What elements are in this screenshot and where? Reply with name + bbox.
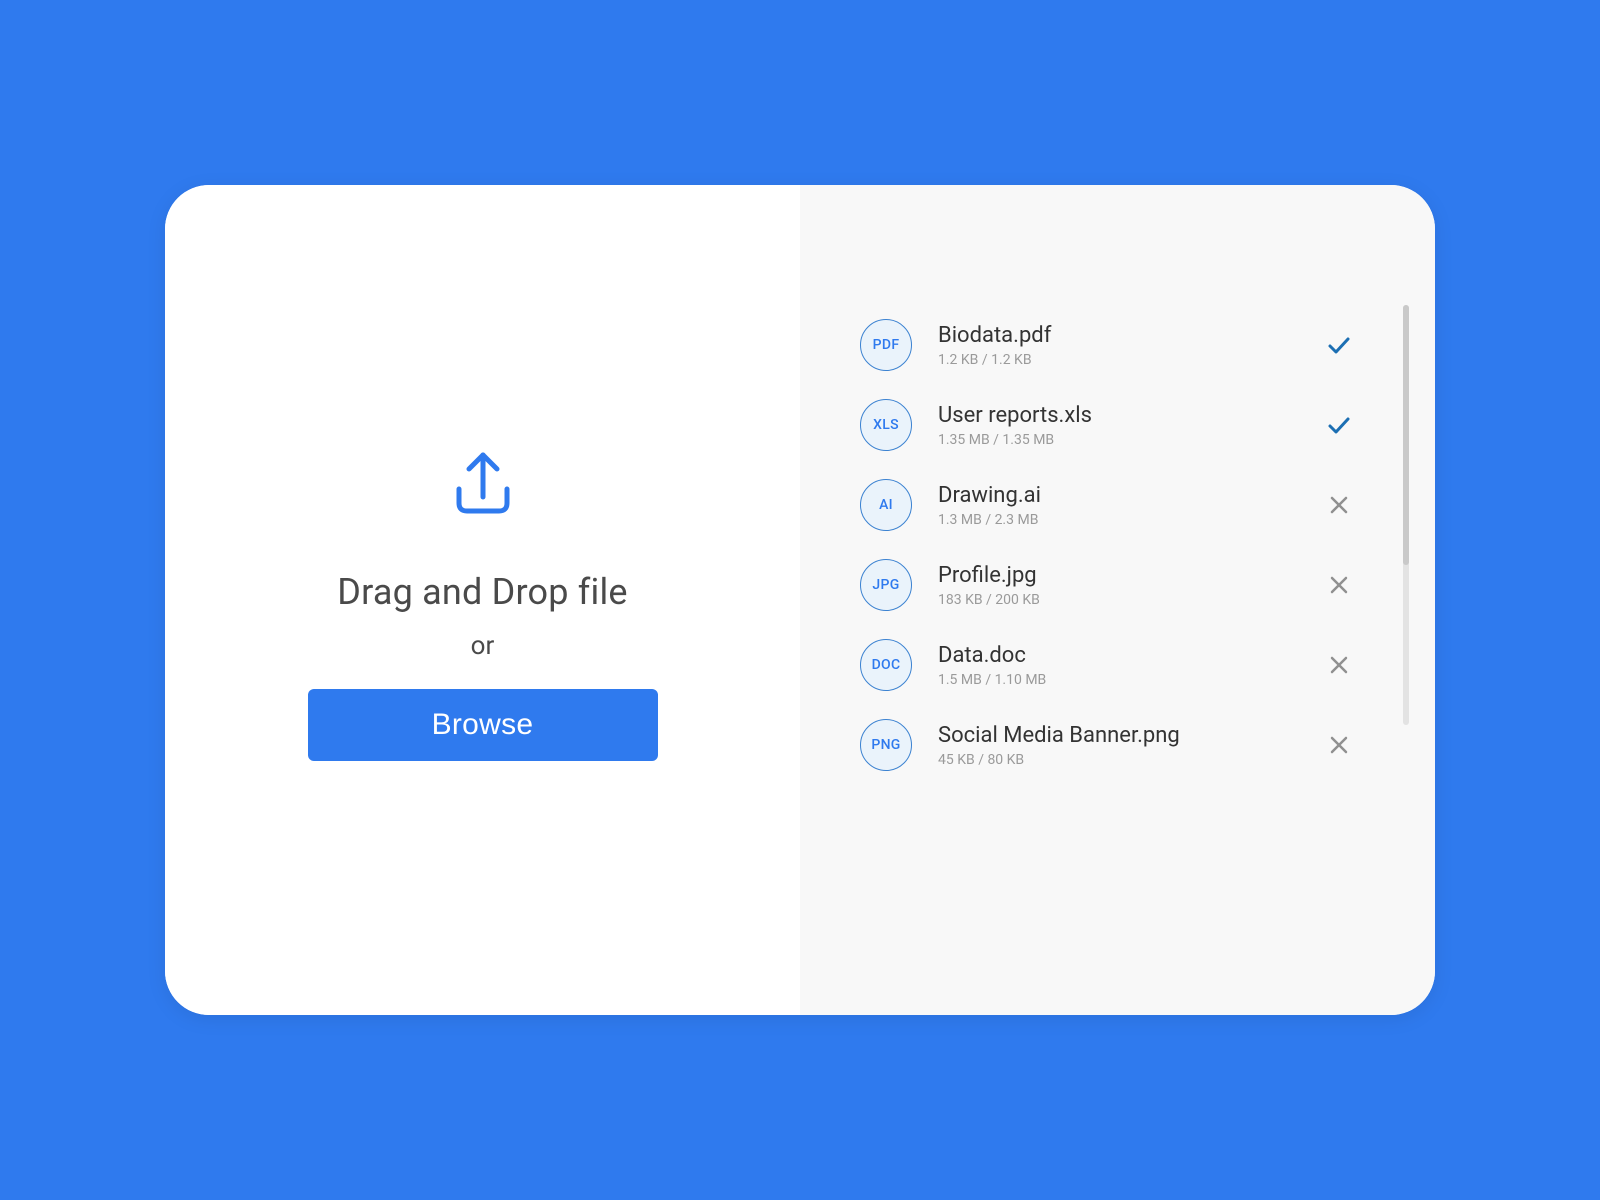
- file-row: PDF Biodata.pdf 1.2 KB / 1.2 KB: [860, 305, 1375, 385]
- file-info: Profile.jpg 183 KB / 200 KB: [938, 562, 1321, 609]
- file-row: XLS User reports.xls 1.35 MB / 1.35 MB: [860, 385, 1375, 465]
- file-name: Drawing.ai: [938, 482, 1321, 511]
- status-done-icon: [1321, 411, 1357, 439]
- cancel-upload-button[interactable]: [1321, 734, 1357, 756]
- file-info: Drawing.ai 1.3 MB / 2.3 MB: [938, 482, 1321, 529]
- file-type-badge: XLS: [860, 399, 912, 451]
- upload-icon: [439, 439, 527, 531]
- file-info: Social Media Banner.png 45 KB / 80 KB: [938, 722, 1321, 769]
- status-done-icon: [1321, 331, 1357, 359]
- file-type-badge: PNG: [860, 719, 912, 771]
- file-row: DOC Data.doc 1.5 MB / 1.10 MB: [860, 625, 1375, 705]
- file-type-badge: JPG: [860, 559, 912, 611]
- file-type-badge: PDF: [860, 319, 912, 371]
- file-row: JPG Profile.jpg 183 KB / 200 KB: [860, 545, 1375, 625]
- dropzone-or: or: [471, 631, 495, 661]
- scrollbar[interactable]: [1403, 305, 1409, 725]
- cancel-upload-button[interactable]: [1321, 494, 1357, 516]
- file-info: User reports.xls 1.35 MB / 1.35 MB: [938, 402, 1321, 449]
- dropzone-heading: Drag and Drop file: [337, 571, 627, 613]
- file-type-badge: AI: [860, 479, 912, 531]
- file-list-panel: PDF Biodata.pdf 1.2 KB / 1.2 KB XLS User…: [800, 185, 1435, 1015]
- file-name: Profile.jpg: [938, 562, 1321, 591]
- file-info: Data.doc 1.5 MB / 1.10 MB: [938, 642, 1321, 689]
- file-name: User reports.xls: [938, 402, 1321, 431]
- file-type-badge: DOC: [860, 639, 912, 691]
- file-name: Data.doc: [938, 642, 1321, 671]
- upload-card: Drag and Drop file or Browse PDF Biodata…: [165, 185, 1435, 1015]
- file-size: 1.35 MB / 1.35 MB: [938, 432, 1321, 448]
- file-name: Social Media Banner.png: [938, 722, 1321, 751]
- file-list: PDF Biodata.pdf 1.2 KB / 1.2 KB XLS User…: [860, 305, 1375, 785]
- scrollbar-thumb[interactable]: [1403, 305, 1409, 565]
- dropzone-panel[interactable]: Drag and Drop file or Browse: [165, 185, 800, 1015]
- file-size: 1.2 KB / 1.2 KB: [938, 352, 1321, 368]
- browse-button[interactable]: Browse: [308, 689, 658, 761]
- file-row: PNG Social Media Banner.png 45 KB / 80 K…: [860, 705, 1375, 785]
- cancel-upload-button[interactable]: [1321, 654, 1357, 676]
- file-info: Biodata.pdf 1.2 KB / 1.2 KB: [938, 322, 1321, 369]
- file-size: 183 KB / 200 KB: [938, 592, 1321, 608]
- file-row: AI Drawing.ai 1.3 MB / 2.3 MB: [860, 465, 1375, 545]
- file-size: 1.3 MB / 2.3 MB: [938, 512, 1321, 528]
- file-name: Biodata.pdf: [938, 322, 1321, 351]
- file-size: 45 KB / 80 KB: [938, 752, 1321, 768]
- cancel-upload-button[interactable]: [1321, 574, 1357, 596]
- file-size: 1.5 MB / 1.10 MB: [938, 672, 1321, 688]
